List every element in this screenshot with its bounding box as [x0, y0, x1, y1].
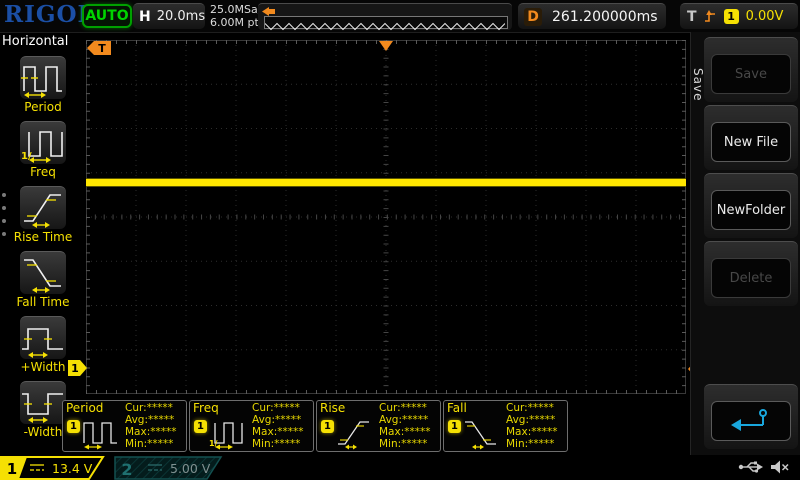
menu-item-freq[interactable]: 1/ Freq [0, 121, 86, 179]
measure-menu-title: Horizontal [2, 34, 68, 49]
svg-text:13.4 V: 13.4 V [52, 461, 93, 476]
usb-icon [738, 459, 764, 475]
top-status-bar: RIGOL AUTO H 20.0ms 25.0MSa/s 6.00M pts … [0, 0, 800, 33]
menu-cell: Delete [704, 241, 798, 306]
menu-item-rise-time[interactable]: Rise Time [0, 186, 86, 244]
menu-cell: Save [704, 37, 798, 102]
fall-time-icon[interactable] [20, 251, 66, 294]
trigger-level-value: 0.00V [746, 9, 784, 24]
run-status-badge: AUTO [82, 4, 132, 28]
menu-item-label: Rise Time [0, 230, 86, 244]
channel-badge: 1 [67, 420, 80, 433]
menu-item-label: Period [0, 100, 86, 114]
svg-text:2: 2 [121, 460, 132, 479]
channel-badge: 1 [194, 420, 207, 433]
delay-box: D 261.200000ms [518, 3, 666, 29]
rise-glyph-icon [336, 416, 374, 450]
save-menu: Save Save New File NewFolder Delete [690, 32, 800, 458]
pretrigger-marker-icon: T [87, 41, 111, 55]
menu-item-period[interactable]: Period [0, 56, 86, 114]
period-icon[interactable] [20, 56, 66, 99]
oscilloscope-screen: RIGOL AUTO H 20.0ms 25.0MSa/s 6.00M pts … [0, 0, 800, 480]
measurement-panel-freq: Freq 1 1/ Cur:*****Avg:*****Max:*****Min… [189, 400, 314, 452]
menu-item-label: Freq [0, 165, 86, 179]
channel-badge: 1 [448, 420, 461, 433]
waveform-display: T [86, 40, 686, 394]
overview-window [264, 16, 508, 29]
menu-item-fall-time[interactable]: Fall Time [0, 251, 86, 309]
menu-cell [704, 384, 798, 449]
trigger-label: T [687, 9, 697, 25]
measurement-panel-period: Period 1 Cur:*****Avg:*****Max:*****Min:… [62, 400, 187, 452]
waveform-overview [258, 3, 512, 30]
measurement-panel-rise: Rise 1 Cur:*****Avg:*****Max:*****Min:**… [316, 400, 441, 452]
measurement-results: Period 1 Cur:*****Avg:*****Max:*****Min:… [62, 400, 568, 452]
delete-button[interactable]: Delete [711, 258, 791, 298]
new-file-button[interactable]: New File [711, 122, 791, 162]
svg-text:1: 1 [71, 362, 79, 375]
freq-glyph-icon: 1/ [209, 416, 247, 450]
edge-trigger-icon [704, 9, 717, 24]
svg-text:1: 1 [7, 460, 17, 478]
fall-glyph-icon [463, 416, 501, 450]
timebase-value: 20.0ms [157, 9, 205, 24]
horizontal-timebase-box: H 20.0ms [133, 3, 205, 29]
menu-cell: New File [704, 105, 798, 170]
channel-status-bar: 1 13.4 V 2 5.00 V [0, 455, 800, 480]
channel-badge: 1 [321, 420, 334, 433]
minus-width-icon[interactable] [20, 381, 66, 424]
svg-text:T: T [98, 42, 106, 55]
menu-page-dots [2, 193, 6, 236]
channel1-status-badge[interactable]: 1 13.4 V [0, 456, 112, 480]
channel2-status-badge[interactable]: 2 5.00 V [114, 456, 236, 480]
delay-label: D [524, 8, 542, 26]
trigger-box: T 1 0.00V [680, 3, 798, 29]
channel1-position-marker: 1 [68, 360, 88, 376]
delay-value: 261.200000ms [552, 9, 658, 25]
trigger-position-marker-icon [379, 41, 393, 51]
menu-item-label: Fall Time [0, 295, 86, 309]
return-button[interactable] [711, 401, 791, 441]
channel1-trace [86, 179, 686, 186]
svg-text:5.00 V: 5.00 V [170, 461, 211, 476]
save-button[interactable]: Save [711, 54, 791, 94]
plus-width-icon[interactable] [20, 316, 66, 359]
menu-cell: NewFolder [704, 173, 798, 238]
new-folder-button[interactable]: NewFolder [711, 190, 791, 230]
overview-position-icon [262, 7, 276, 16]
return-arrow-icon [729, 408, 773, 434]
measure-menu: Horizontal Period 1/ [0, 32, 86, 455]
period-glyph-icon [82, 416, 120, 450]
freq-icon[interactable]: 1/ [20, 121, 66, 164]
measurement-panel-fall: Fall 1 Cur:*****Avg:*****Max:*****Min:**… [443, 400, 568, 452]
horizontal-label: H [139, 9, 151, 25]
trigger-source-badge: 1 [724, 9, 739, 24]
speaker-muted-icon [770, 459, 790, 475]
rise-time-icon[interactable] [20, 186, 66, 229]
